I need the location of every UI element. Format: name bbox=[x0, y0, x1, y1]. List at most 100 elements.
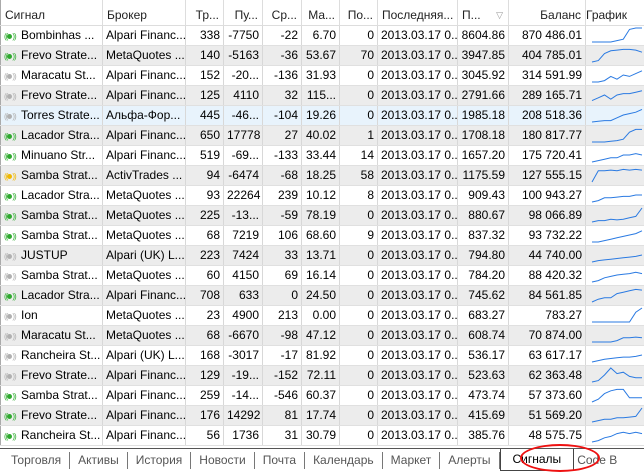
sparkline-line bbox=[591, 431, 643, 443]
cell-trades: 445 bbox=[186, 106, 224, 125]
table-row[interactable]: (()) Frevo Strate... Alpari Financ... 129 -1… bbox=[0, 366, 644, 386]
tab-5[interactable]: Календарь bbox=[305, 452, 383, 469]
tab-4[interactable]: Почта bbox=[255, 452, 306, 469]
cell-text: -152 bbox=[273, 368, 298, 382]
column-header-profit[interactable]: П... ▽ bbox=[458, 0, 509, 25]
table-row[interactable]: (()) Lacador Stra... Alpari Financ... 650 17… bbox=[0, 126, 644, 146]
cell-avg: -546 bbox=[263, 386, 302, 405]
cell-profit: 536.17 bbox=[458, 346, 509, 365]
cell-chart bbox=[586, 26, 644, 45]
table-row[interactable]: (()) JUSTUP Alpari (UK) L... 223 7424 33 13.71… bbox=[0, 246, 644, 266]
cell-text: 24.50 bbox=[305, 288, 336, 302]
tab-8[interactable]: Сигналы bbox=[499, 449, 575, 471]
cell-avg: 239 bbox=[263, 186, 302, 205]
table-row[interactable]: (()) Frevo Strate... Alpari Financ... 125 41… bbox=[0, 86, 644, 106]
cell-pips: -19... bbox=[224, 366, 263, 385]
table-row[interactable]: (()) Ion MetaQuotes ... 23 4900 213 0.00 0 2013.… bbox=[0, 306, 644, 326]
cell-text: 175 720.41 bbox=[521, 148, 582, 162]
table-row[interactable]: (()) Lacador Stra... Alpari Financ... 708 63… bbox=[0, 286, 644, 306]
table-row[interactable]: (()) Samba Strat... MetaQuotes ... 60 4150 69… bbox=[0, 266, 644, 286]
cell-max-dd: 40.02 bbox=[302, 126, 340, 145]
cell-text: 30.79 bbox=[305, 428, 336, 442]
cell-text: 745.62 bbox=[468, 288, 505, 302]
cell-text: ActivTrades ... bbox=[106, 168, 183, 182]
cell-text: 69 bbox=[284, 268, 298, 282]
table-row[interactable]: (()) Frevo Strate... Alpari Financ... 176 14… bbox=[0, 406, 644, 426]
column-header-subscribers[interactable]: По... bbox=[340, 0, 378, 25]
cell-text: 2013.03.17 0... bbox=[381, 348, 458, 362]
cell-text: 81 bbox=[284, 408, 298, 422]
balance-sparkline bbox=[591, 194, 642, 203]
cell-text: 88 420.32 bbox=[528, 268, 582, 282]
cell-broker: Alpari Financ... bbox=[103, 286, 186, 305]
cell-signal: (()) Samba Strat... bbox=[0, 226, 103, 245]
balance-sparkline bbox=[591, 90, 643, 102]
table-row[interactable]: (()) Frevo Strate... MetaQuotes ... 140 -516… bbox=[0, 46, 644, 66]
cell-text: 100 943.27 bbox=[521, 188, 582, 202]
column-header-trades[interactable]: Тр... bbox=[186, 0, 224, 25]
cell-text: 22264 bbox=[227, 188, 261, 202]
table-row[interactable]: (()) Maracatu St... MetaQuotes ... 68 -6670 -… bbox=[0, 326, 644, 346]
cell-text: 9 bbox=[367, 228, 374, 242]
table-row[interactable]: (()) Samba Strat... MetaQuotes ... 225 -13..… bbox=[0, 206, 644, 226]
cell-avg: 27 bbox=[263, 126, 302, 145]
cell-text: 338 bbox=[199, 28, 220, 42]
table-row[interactable]: (()) Minuano Str... Alpari Financ... 519 -69… bbox=[0, 146, 644, 166]
cell-balance: 88 420.32 bbox=[509, 266, 586, 285]
cell-text: MetaQuotes ... bbox=[106, 208, 185, 222]
cell-pips: -46... bbox=[224, 106, 263, 125]
sparkline-line bbox=[591, 194, 642, 203]
table-row[interactable]: (()) Torres Strate... Альфа-Фор... 445 -46..… bbox=[0, 106, 644, 126]
tab-6[interactable]: Маркет bbox=[383, 452, 441, 469]
tab-0[interactable]: Торговля bbox=[3, 452, 71, 469]
table-row[interactable]: (()) Samba Strat... Alpari Financ... 259 -14… bbox=[0, 386, 644, 406]
column-header-avg[interactable]: Ср... bbox=[263, 0, 302, 25]
cell-trades: 94 bbox=[186, 166, 224, 185]
cell-chart bbox=[586, 146, 644, 165]
cell-avg: 31 bbox=[263, 426, 302, 445]
cell-text: 33.44 bbox=[305, 148, 336, 162]
cell-signal: (()) Samba Strat... bbox=[0, 206, 103, 225]
cell-text: 16.14 bbox=[305, 268, 336, 282]
cell-text: 2013.03.17 0... bbox=[381, 328, 458, 342]
column-header-pips[interactable]: Пу... bbox=[224, 0, 263, 25]
cell-text: -6670 bbox=[228, 328, 259, 342]
cell-profit: 1657.20 bbox=[458, 146, 509, 165]
table-row[interactable]: (()) Rancheira St... Alpari Financ... 56 173… bbox=[0, 426, 644, 446]
cell-text: 72.11 bbox=[306, 368, 336, 382]
cell-avg: 106 bbox=[263, 226, 302, 245]
cell-text: 8 bbox=[367, 188, 374, 202]
cell-text: 608.74 bbox=[468, 328, 505, 342]
column-label: Брокер bbox=[107, 8, 147, 22]
cell-text: 4110 bbox=[233, 88, 259, 102]
table-row[interactable]: (()) Lacador Stra... MetaQuotes ... 93 22264… bbox=[0, 186, 644, 206]
balance-sparkline bbox=[591, 108, 643, 123]
tab-3[interactable]: Новости bbox=[191, 452, 255, 469]
cell-balance: 175 720.41 bbox=[509, 146, 586, 165]
tab-7[interactable]: Алерты bbox=[440, 452, 500, 469]
tab-9[interactable]: Code B bbox=[574, 452, 625, 469]
column-header-last-trade[interactable]: Последняя... bbox=[378, 0, 458, 25]
tab-2[interactable]: История bbox=[128, 452, 192, 469]
cell-text: 168 bbox=[199, 348, 220, 362]
column-header-balance[interactable]: Баланс bbox=[509, 0, 586, 25]
sparkline-line bbox=[591, 48, 643, 63]
cell-text: 140 bbox=[199, 48, 220, 62]
table-row[interactable]: (()) Rancheira St... Alpari (UK) L... 168 -3… bbox=[0, 346, 644, 366]
table-row[interactable]: (()) Maracatu St... Alpari Financ... 152 -20… bbox=[0, 66, 644, 86]
cell-pips: 7424 bbox=[224, 246, 263, 265]
cell-signal: (()) Frevo Strate... bbox=[0, 86, 103, 105]
table-row[interactable]: (()) Samba Strat... ActivTrades ... 94 -6474… bbox=[0, 166, 644, 186]
cell-balance: 48 575.75 bbox=[509, 426, 586, 445]
column-header-chart[interactable]: График bbox=[586, 0, 644, 25]
column-header-broker[interactable]: Брокер bbox=[103, 0, 186, 25]
cell-pips: -3017 bbox=[224, 346, 263, 365]
table-row[interactable]: (()) Bombinhas ... Alpari Financ... 338 -775… bbox=[0, 26, 644, 46]
cell-max-dd: 24.50 bbox=[302, 286, 340, 305]
table-row[interactable]: (()) Samba Strat... MetaQuotes ... 68 7219 10… bbox=[0, 226, 644, 246]
cell-text: 870 486.01 bbox=[521, 28, 582, 42]
cell-chart bbox=[586, 366, 644, 385]
column-header-max-dd[interactable]: Ма... bbox=[302, 0, 340, 25]
column-header-signal[interactable]: Сигнал bbox=[0, 0, 103, 25]
tab-1[interactable]: Активы bbox=[70, 452, 128, 469]
